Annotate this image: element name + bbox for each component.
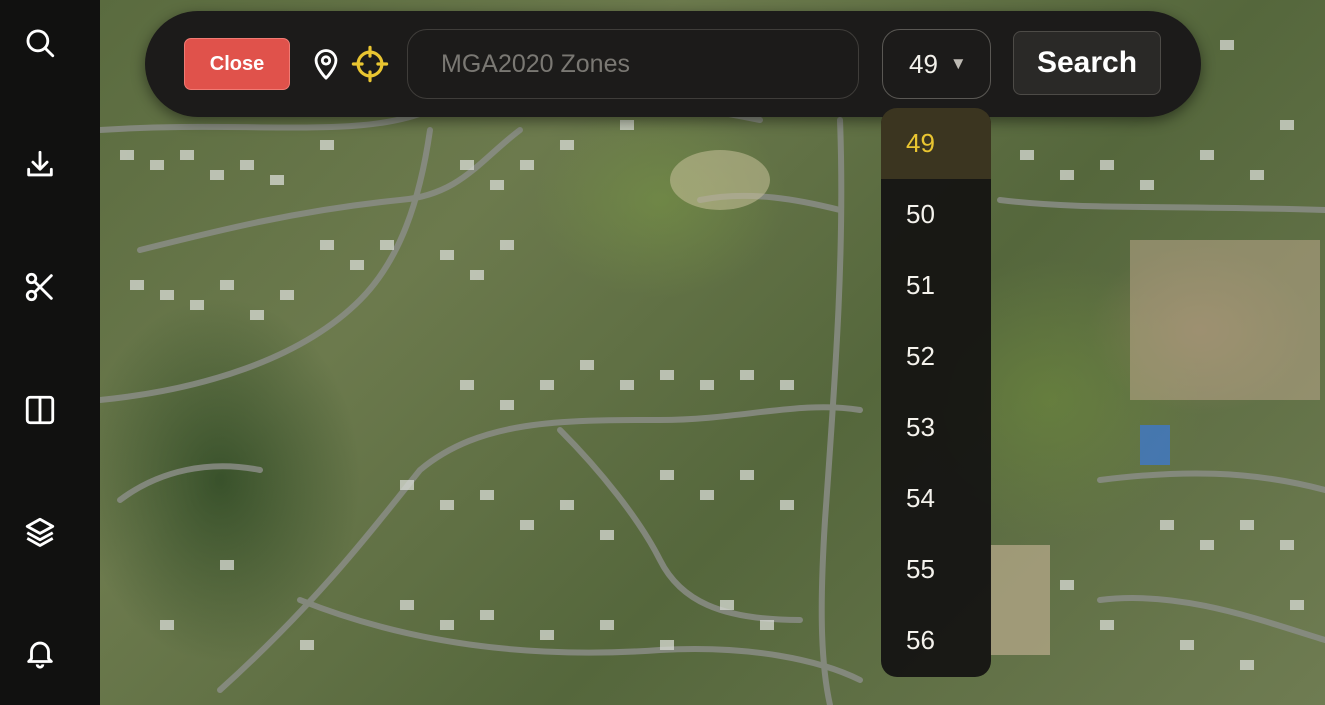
chevron-down-icon: ▼ xyxy=(949,54,967,73)
split-view-icon xyxy=(25,395,55,425)
zone-dropdown-list: 49 50 51 52 53 54 55 56 xyxy=(881,108,991,677)
zone-option-52[interactable]: 52 xyxy=(881,321,991,392)
app-root: Close 49 ▼ Search 49 50 51 52 53 54 55 5… xyxy=(0,0,1325,705)
zone-search-input[interactable] xyxy=(407,29,859,99)
zone-select[interactable]: 49 ▼ xyxy=(882,29,991,99)
download-tool-button[interactable] xyxy=(20,145,60,185)
zone-search-panel: Close 49 ▼ Search xyxy=(145,11,1201,117)
zone-select-value: 49 xyxy=(909,48,938,79)
scissors-icon xyxy=(25,272,53,302)
zone-option-55[interactable]: 55 xyxy=(881,534,991,605)
layers-icon xyxy=(25,517,55,547)
zone-option-50[interactable]: 50 xyxy=(881,179,991,250)
zone-option-53[interactable]: 53 xyxy=(881,392,991,463)
zone-option-49[interactable]: 49 xyxy=(881,108,991,179)
close-button[interactable]: Close xyxy=(184,38,290,90)
left-toolbar xyxy=(0,0,100,705)
download-icon xyxy=(27,150,53,177)
zone-option-54[interactable]: 54 xyxy=(881,463,991,534)
layers-button[interactable] xyxy=(20,512,60,552)
search-button[interactable]: Search xyxy=(1013,31,1161,95)
zone-option-56[interactable]: 56 xyxy=(881,605,991,676)
crosshair-icon[interactable] xyxy=(351,45,389,83)
bell-icon xyxy=(27,641,53,669)
map-pin-icon[interactable] xyxy=(309,46,343,82)
clip-tool-button[interactable] xyxy=(20,267,60,307)
zone-option-51[interactable]: 51 xyxy=(881,250,991,321)
search-icon xyxy=(26,29,55,58)
notifications-button[interactable] xyxy=(20,633,60,673)
search-tool-button[interactable] xyxy=(20,23,60,63)
split-view-button[interactable] xyxy=(20,390,60,430)
